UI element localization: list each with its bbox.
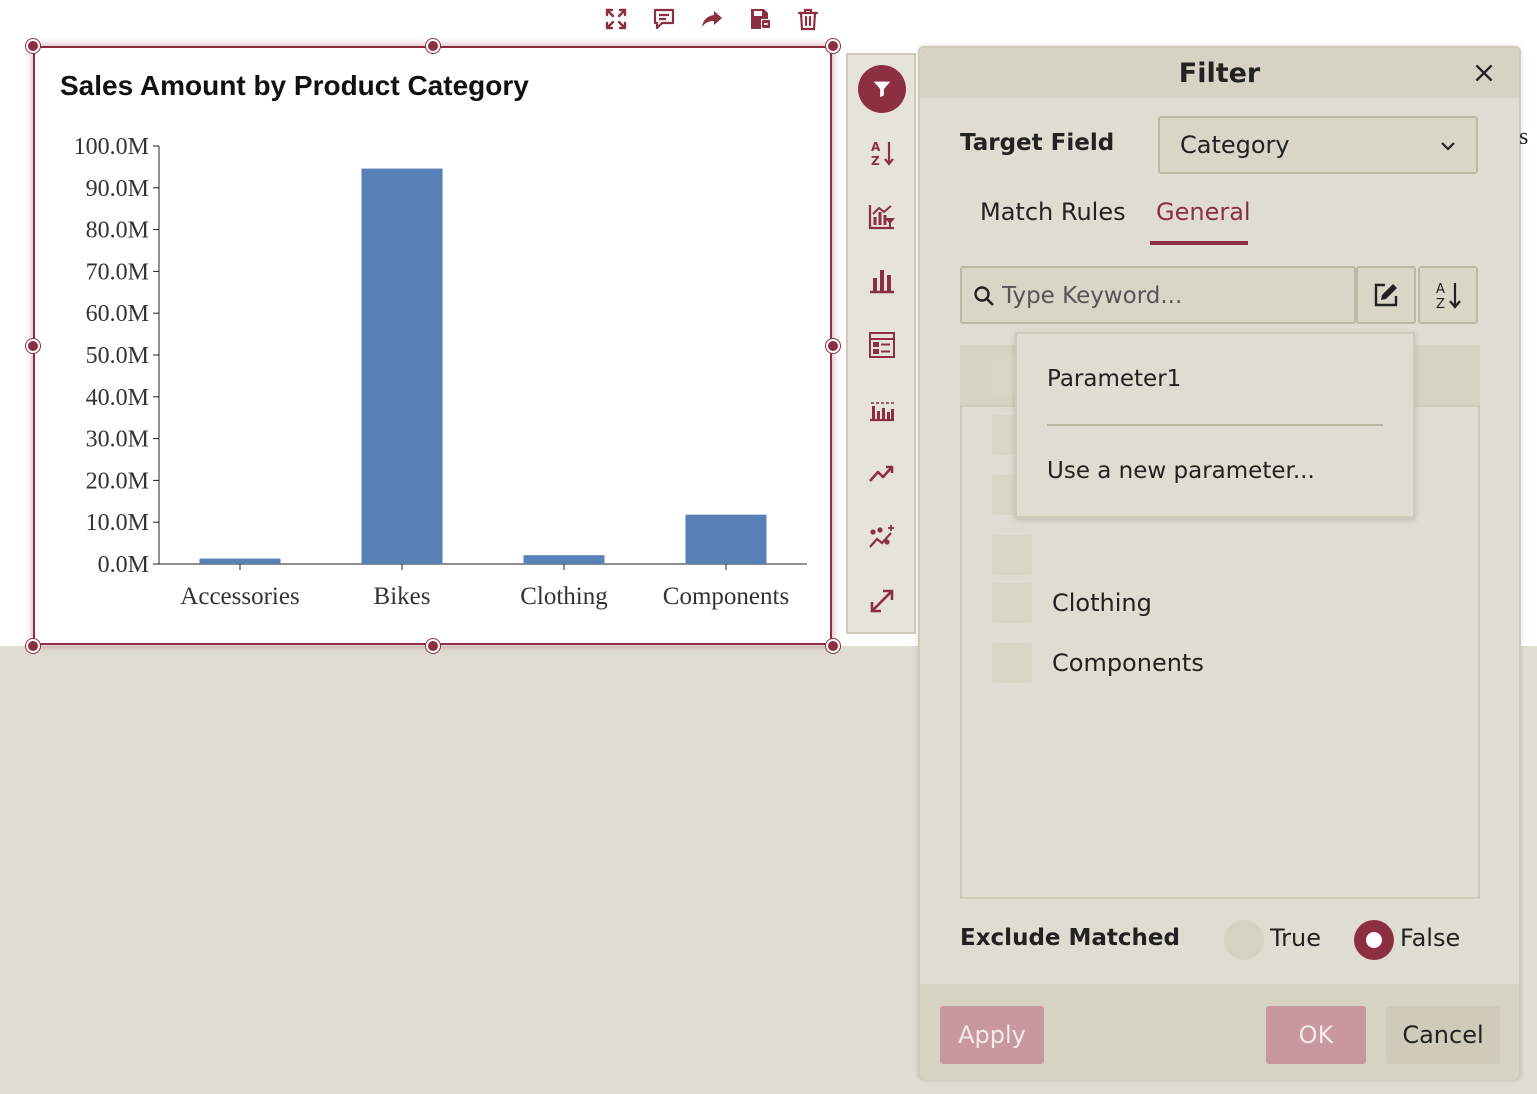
edit-icon	[1374, 283, 1398, 307]
x-tick-label: Bikes	[374, 583, 431, 610]
radio-true[interactable]	[1224, 920, 1264, 960]
bar	[361, 168, 443, 564]
target-field-value: Category	[1180, 131, 1290, 159]
popup-item-parameter1[interactable]: Parameter1	[1047, 366, 1181, 392]
bar	[199, 558, 281, 564]
y-tick-label: 30.0M	[86, 427, 149, 453]
tool-rail: AZ	[846, 53, 916, 634]
list-checkbox-clothing[interactable]	[992, 583, 1032, 623]
y-tick-label: 90.0M	[86, 176, 149, 202]
radio-true-label: True	[1270, 924, 1321, 952]
x-tick-label: Components	[663, 583, 789, 610]
resize-handle-bottom[interactable]	[426, 639, 440, 653]
resize-handle-left[interactable]	[26, 339, 40, 353]
resize-icon[interactable]	[856, 575, 908, 627]
svg-text:Z: Z	[1436, 297, 1445, 310]
tab-general[interactable]: General	[1156, 198, 1251, 226]
svg-text:Z: Z	[871, 154, 880, 168]
resize-handle-top[interactable]	[426, 39, 440, 53]
filter-dialog: Filter Target Field Category Match Rules…	[918, 46, 1521, 1080]
chart-filter-icon[interactable]	[856, 191, 908, 243]
trend-icon[interactable]	[856, 447, 908, 499]
resize-handle-right[interactable]	[826, 339, 840, 353]
x-tick-label: Accessories	[180, 583, 299, 610]
apply-button[interactable]: Apply	[940, 1006, 1044, 1064]
svg-text:A: A	[871, 140, 881, 154]
bar	[685, 514, 767, 564]
tab-match-rules[interactable]: Match Rules	[980, 198, 1126, 226]
dialog-title: Filter	[1178, 58, 1261, 89]
active-tab-indicator	[1150, 241, 1248, 245]
share-icon[interactable]	[692, 0, 732, 38]
chart-widget[interactable]: Sales Amount by Product Category 100.0M 9…	[33, 46, 832, 645]
clipped-text: s	[1519, 124, 1529, 150]
target-field-select[interactable]: Category	[1158, 116, 1478, 174]
save-icon[interactable]	[740, 0, 780, 38]
sort-icon[interactable]: AZ	[856, 127, 908, 179]
y-tick-label: 60.0M	[86, 301, 149, 327]
search-box	[960, 266, 1356, 324]
target-field-label: Target Field	[960, 130, 1115, 156]
sort-az-icon: AZ	[1436, 282, 1461, 310]
y-tick-label: 10.0M	[86, 510, 149, 536]
y-tick-label: 70.0M	[86, 259, 149, 285]
sparkle-trend-icon[interactable]	[856, 511, 908, 563]
widget-toolbar	[596, 0, 836, 40]
chevron-down-icon	[1441, 142, 1455, 151]
exclude-matched-label: Exclude Matched	[960, 925, 1180, 951]
y-tick-label: 0.0M	[98, 552, 149, 578]
search-input[interactable]	[1000, 276, 1344, 316]
resize-handle-bottom-left[interactable]	[26, 639, 40, 653]
search-icon	[974, 286, 994, 306]
y-tick-label: 50.0M	[86, 343, 149, 369]
edit-button[interactable]	[1356, 266, 1416, 324]
trash-icon[interactable]	[788, 0, 828, 38]
bar-chart: 100.0M 90.0M 80.0M 70.0M 60.0M 50.0M 40.0M 30.0…	[74, 134, 807, 610]
sort-button[interactable]: AZ	[1418, 266, 1478, 324]
y-tick-label: 80.0M	[86, 218, 149, 244]
resize-handle-top-right[interactable]	[826, 39, 840, 53]
radio-false-label: False	[1400, 924, 1461, 952]
bar	[523, 555, 605, 564]
list-item[interactable]: Components	[1052, 649, 1204, 677]
list-checkbox-components[interactable]	[992, 643, 1032, 683]
x-tick-label: Clothing	[520, 583, 608, 610]
bar-chart-icon[interactable]	[856, 255, 908, 307]
filter-icon[interactable]	[856, 63, 908, 115]
y-tick-label: 20.0M	[86, 468, 149, 494]
y-tick-label: 100.0M	[74, 134, 149, 160]
radio-false[interactable]	[1354, 920, 1394, 960]
resize-handle-top-left[interactable]	[26, 39, 40, 53]
list-item[interactable]: Clothing	[1052, 589, 1152, 617]
popup-item-new-parameter[interactable]: Use a new parameter...	[1047, 458, 1315, 484]
cancel-button[interactable]: Cancel	[1386, 1006, 1500, 1064]
popup-divider	[1047, 424, 1383, 426]
svg-text:A: A	[1436, 282, 1445, 297]
list-checkbox[interactable]	[992, 535, 1032, 575]
histogram-icon[interactable]	[856, 383, 908, 435]
resize-handle-bottom-right[interactable]	[826, 639, 840, 653]
y-tick-label: 40.0M	[86, 385, 149, 411]
ok-button[interactable]: OK	[1266, 1006, 1366, 1064]
close-icon[interactable]	[1471, 60, 1497, 86]
dialog-header: Filter	[920, 48, 1519, 98]
parameter-popup: Parameter1 Use a new parameter...	[1015, 332, 1415, 518]
comment-icon[interactable]	[644, 0, 684, 38]
form-icon[interactable]	[856, 319, 908, 371]
expand-icon[interactable]	[596, 0, 636, 38]
